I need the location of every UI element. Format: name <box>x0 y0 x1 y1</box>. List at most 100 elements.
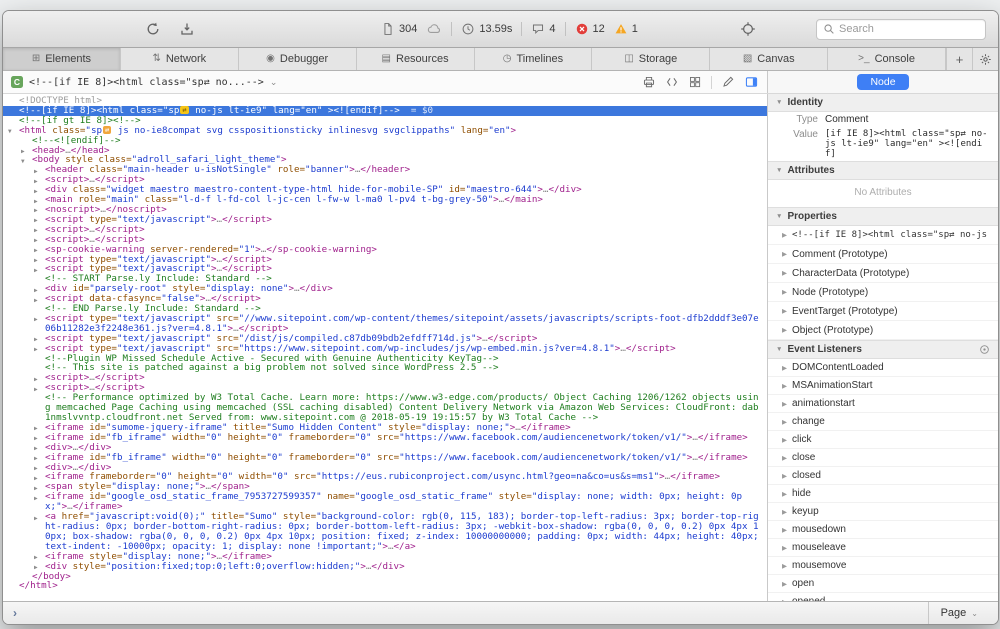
expand-arrow-icon[interactable]: ▶ <box>782 472 787 480</box>
expand-arrow-icon[interactable]: ▶ <box>782 231 787 239</box>
section-identity: ▼ Identity Type Comment Value [if IE 8]>… <box>768 94 998 161</box>
dom-tree-line[interactable]: ▶<iframe id="fb_iframe" width="0" height… <box>3 433 767 443</box>
event-listeners-section-header[interactable]: ▼ Event Listeners <box>768 340 998 359</box>
property-item[interactable]: ▶ Object (Prototype) <box>768 321 998 340</box>
expand-arrow-icon[interactable]: ▶ <box>782 400 787 408</box>
tab-timelines[interactable]: ◷Timelines <box>475 48 593 70</box>
expand-arrow-icon[interactable]: ▶ <box>782 526 787 534</box>
tab-settings-button[interactable] <box>972 48 998 70</box>
reload-button[interactable] <box>141 18 165 40</box>
expand-arrow-icon[interactable]: ▶ <box>782 436 787 444</box>
event-listener-item[interactable]: ▶ animationstart <box>768 395 998 413</box>
expand-arrow-icon[interactable]: ▶ <box>34 494 38 504</box>
element-picker-button[interactable] <box>736 18 760 40</box>
add-tab-button[interactable]: + <box>946 48 972 70</box>
event-listener-label: DOMContentLoaded <box>792 362 884 373</box>
expand-arrow-icon[interactable]: ▶ <box>782 454 787 462</box>
listeners-filter-icon[interactable] <box>979 344 990 355</box>
event-listener-item[interactable]: ▶ mouseleave <box>768 539 998 557</box>
expand-arrow-icon[interactable]: ▶ <box>782 326 787 334</box>
dom-tree-line[interactable]: </body> <box>3 572 767 582</box>
property-item[interactable]: ▶Node (Prototype) <box>768 283 998 302</box>
dom-tree-line[interactable]: ▶<iframe id="fb_iframe" width="0" height… <box>3 453 767 463</box>
brush-icon[interactable] <box>721 75 735 89</box>
expand-arrow-icon[interactable]: ▶ <box>782 418 787 426</box>
quick-console-icon[interactable]: › <box>13 607 17 619</box>
property-item[interactable]: ▶Comment (Prototype) <box>768 245 998 264</box>
tab-canvas[interactable]: ▧Canvas <box>710 48 828 70</box>
expand-arrow-icon[interactable]: ▶ <box>782 382 787 390</box>
expand-arrow-icon[interactable]: ▶ <box>782 307 787 315</box>
tab-storage[interactable]: ◫Storage <box>592 48 710 70</box>
event-listener-item[interactable]: ▶close <box>768 449 998 467</box>
event-listener-item[interactable]: ▶ hide <box>768 485 998 503</box>
tab-network[interactable]: ⇅Network <box>121 48 239 70</box>
property-label: Object (Prototype) <box>792 325 873 336</box>
property-item[interactable]: ▶CharacterData (Prototype) <box>768 264 998 283</box>
expand-arrow-icon[interactable]: ▶ <box>782 508 787 516</box>
event-listener-item[interactable]: ▶opened <box>768 593 998 601</box>
dom-tree-line[interactable]: ▶<a href="javascript:void(0);" title="Su… <box>3 512 767 552</box>
selected-node-breadcrumb[interactable]: <!--[if IE 8]><html class="sp⇄ no...--> <box>29 77 264 88</box>
cloud-icon[interactable] <box>426 21 442 37</box>
expand-arrow-icon[interactable]: ▶ <box>782 544 787 552</box>
dom-tree-line[interactable]: ▶<div style="position:fixed;top:0;left:0… <box>3 562 767 572</box>
dom-tree-line[interactable]: ▶<iframe id="google_osd_static_frame_795… <box>3 492 767 512</box>
tab-elements[interactable]: ⊞Elements <box>3 48 121 70</box>
event-listener-item[interactable]: ▶click <box>768 431 998 449</box>
expand-arrow-icon[interactable]: ▶ <box>782 269 787 277</box>
dom-tree-line[interactable]: ▶<script type="text/javascript" src="//w… <box>3 314 767 334</box>
event-listener-label: animationstart <box>792 398 855 409</box>
details-sidebar: ▼ Identity Type Comment Value [if IE 8]>… <box>767 94 998 601</box>
dom-tree-line[interactable]: <!-- Performance optimized by W3 Total C… <box>3 393 767 423</box>
tab-resources[interactable]: ▤Resources <box>357 48 475 70</box>
properties-section-header[interactable]: ▼ Properties <box>768 207 998 226</box>
event-listener-label: keyup <box>792 506 819 517</box>
page-selector[interactable]: Page ⌄ <box>928 602 998 624</box>
warning-count[interactable]: 1 <box>614 22 638 36</box>
code-brackets-icon[interactable] <box>665 75 679 89</box>
event-listener-label: hide <box>792 488 811 499</box>
event-listener-item[interactable]: ▶open <box>768 575 998 593</box>
tab-bar: ⊞Elements⇅Network◉Debugger▤Resources◷Tim… <box>3 48 998 71</box>
event-listener-item[interactable]: ▶ keyup <box>768 503 998 521</box>
expand-arrow-icon[interactable]: ▶ <box>34 315 38 325</box>
expand-arrow-icon[interactable]: ▶ <box>782 562 787 570</box>
dom-tree-line[interactable]: <!--<![endif]--> <box>3 136 767 146</box>
expand-arrow-icon[interactable]: ▶ <box>782 288 787 296</box>
property-item[interactable]: ▶EventTarget (Prototype) <box>768 302 998 321</box>
expand-arrow-icon[interactable]: ▶ <box>782 580 787 588</box>
search-input[interactable]: Search <box>816 19 986 40</box>
event-listener-item[interactable]: ▶mousedown <box>768 521 998 539</box>
identity-value[interactable]: [if IE 8]><html class="sp⇄ no-js lt-ie9"… <box>825 129 990 159</box>
event-listener-item[interactable]: ▶closed <box>768 467 998 485</box>
print-styles-icon[interactable] <box>642 75 656 89</box>
expand-arrow-icon[interactable]: ▶ <box>782 490 787 498</box>
tab-debugger[interactable]: ◉Debugger <box>239 48 357 70</box>
toggle-sidebar-icon[interactable] <box>744 75 759 89</box>
expand-arrow-icon[interactable]: ▶ <box>34 514 38 524</box>
resource-count[interactable]: 304 <box>381 22 417 36</box>
console-message-count[interactable]: 4 <box>531 22 555 36</box>
identity-section-header[interactable]: ▼ Identity <box>768 94 998 112</box>
event-listener-item[interactable]: ▶mousemove <box>768 557 998 575</box>
dom-tree-line[interactable]: </html> <box>3 581 767 591</box>
node-mode-button[interactable]: Node <box>857 74 908 90</box>
expand-arrow-icon[interactable]: ▶ <box>782 364 787 372</box>
attributes-section-header[interactable]: ▼ Attributes <box>768 161 998 180</box>
load-time[interactable]: 13.59s <box>461 22 512 36</box>
property-item[interactable]: ▶<!--[if IE 8]><html class="sp⇄ no-js lt… <box>768 226 998 245</box>
event-listener-item[interactable]: ▶MSAnimationStart <box>768 377 998 395</box>
download-button[interactable] <box>175 18 199 40</box>
expand-arrow-icon[interactable]: ▶ <box>782 250 787 258</box>
section-title: Properties <box>787 211 836 222</box>
event-listener-item[interactable]: ▶change <box>768 413 998 431</box>
chevron-down-icon[interactable]: ⌄ <box>270 77 278 88</box>
tab-console[interactable]: >_Console <box>828 48 946 70</box>
error-count[interactable]: 12 <box>575 22 605 36</box>
event-listener-item[interactable]: ▶ DOMContentLoaded <box>768 359 998 377</box>
grid-overlay-icon[interactable] <box>688 75 702 89</box>
warning-count-value: 1 <box>632 23 638 35</box>
identity-value-label: Value <box>768 129 825 159</box>
event-listener-label: mouseleave <box>792 542 846 553</box>
